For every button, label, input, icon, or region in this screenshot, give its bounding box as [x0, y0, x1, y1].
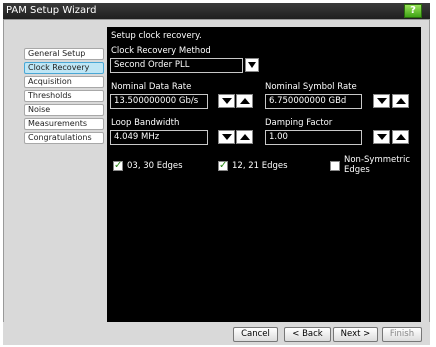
symbol-rate-increment-icon[interactable] — [392, 94, 409, 108]
back-button[interactable]: < Back — [284, 327, 331, 342]
nav-item-general-setup[interactable]: General Setup — [24, 48, 104, 60]
loop-bandwidth-label: Loop Bandwidth — [111, 118, 180, 128]
loop-bandwidth-input[interactable]: 4.049 MHz — [110, 130, 208, 145]
damping-factor-input[interactable]: 1.00 — [265, 130, 362, 145]
method-dropdown[interactable]: Second Order PLL — [110, 58, 243, 73]
data-rate-increment-icon[interactable] — [236, 94, 253, 108]
nominal-data-rate-label: Nominal Data Rate — [111, 82, 192, 92]
chevron-down-icon[interactable] — [245, 58, 259, 72]
symbol-rate-decrement-icon[interactable] — [373, 94, 390, 108]
nav-item-clock-recovery[interactable]: Clock Recovery — [24, 62, 104, 74]
nominal-data-rate-input[interactable]: 13.500000000 Gb/s — [110, 94, 208, 109]
data-rate-decrement-icon[interactable] — [218, 94, 235, 108]
finish-button[interactable]: Finish — [382, 327, 422, 342]
nominal-symbol-rate-input[interactable]: 6.750000000 GBd — [265, 94, 362, 109]
nav-item-noise[interactable]: Noise — [24, 104, 104, 116]
nav-item-measurements[interactable]: Measurements — [24, 118, 104, 130]
nominal-symbol-rate-label: Nominal Symbol Rate — [265, 82, 357, 92]
damping-factor-label: Damping Factor — [265, 118, 333, 128]
wizard-nav: General Setup Clock Recovery Acquisition… — [24, 48, 104, 146]
loop-bandwidth-increment-icon[interactable] — [236, 130, 253, 144]
nav-item-acquisition[interactable]: Acquisition — [24, 76, 104, 88]
method-label: Clock Recovery Method — [111, 46, 211, 56]
cancel-button[interactable]: Cancel — [233, 327, 278, 342]
title-bar: PAM Setup Wizard ? — [3, 3, 430, 19]
nav-item-congratulations[interactable]: Congratulations — [24, 132, 104, 144]
clock-recovery-panel: Setup clock recovery. Clock Recovery Met… — [107, 27, 421, 323]
edges-12-21-checkbox[interactable] — [218, 160, 228, 171]
edges-03-30-label: 03, 30 Edges — [127, 161, 183, 171]
help-button[interactable]: ? — [404, 4, 422, 18]
edges-12-21-label: 12, 21 Edges — [232, 161, 288, 171]
wizard-footer: Cancel < Back Next > Finish — [3, 322, 430, 345]
non-symmetric-edges-label-line2: Edges — [344, 165, 370, 175]
damping-factor-increment-icon[interactable] — [392, 130, 409, 144]
damping-factor-decrement-icon[interactable] — [373, 130, 390, 144]
window-title: PAM Setup Wizard — [6, 5, 97, 16]
loop-bandwidth-decrement-icon[interactable] — [218, 130, 235, 144]
panel-heading: Setup clock recovery. — [111, 31, 202, 41]
edges-03-30-checkbox[interactable] — [113, 160, 123, 171]
nav-item-thresholds[interactable]: Thresholds — [24, 90, 104, 102]
non-symmetric-edges-checkbox[interactable] — [330, 161, 340, 171]
non-symmetric-edges-label-line1: Non-Symmetric — [344, 155, 411, 165]
next-button[interactable]: Next > — [333, 327, 378, 342]
